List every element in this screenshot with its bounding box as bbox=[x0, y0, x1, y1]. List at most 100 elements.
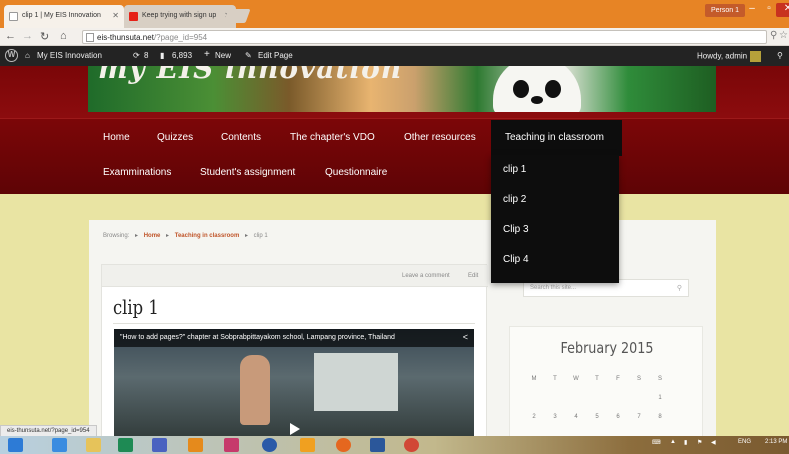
calendar-day: 5 bbox=[595, 414, 599, 420]
play-icon[interactable] bbox=[290, 423, 300, 435]
nav-students-assignment[interactable]: Student's assignment bbox=[200, 167, 295, 178]
breadcrumb-section[interactable]: Teaching in classroom bbox=[175, 233, 240, 239]
tab-title: clip 1 | My EIS Innovation bbox=[22, 12, 101, 19]
comments-count: 6,893 bbox=[172, 51, 193, 60]
calculator-icon[interactable] bbox=[118, 438, 133, 452]
post-title: clip 1 bbox=[113, 295, 159, 319]
header-banner-image: my EIS innovation bbox=[88, 66, 716, 112]
wordpress-icon[interactable]: W bbox=[5, 49, 18, 62]
page-icon bbox=[86, 33, 94, 42]
nav-contents[interactable]: Contents bbox=[221, 132, 261, 143]
plus-icon[interactable]: + bbox=[204, 49, 210, 60]
new-link[interactable]: New bbox=[215, 51, 231, 60]
page-icon bbox=[9, 12, 18, 21]
calendar-day: 4 bbox=[574, 414, 578, 420]
back-icon[interactable]: ← bbox=[5, 30, 16, 42]
wp-admin-bar: W ⌂ My EIS Innovation ⟳ 8 ▮ 6,893 + New … bbox=[0, 46, 789, 66]
app-icon[interactable] bbox=[224, 438, 239, 452]
nav-other-resources[interactable]: Other resources bbox=[404, 132, 476, 143]
pencil-icon: ✎ bbox=[245, 51, 252, 60]
photos-icon[interactable] bbox=[152, 438, 167, 452]
youtube-icon bbox=[129, 12, 138, 21]
url-input[interactable]: eis-thunsuta.net/?page_id=954 bbox=[82, 30, 767, 44]
profile-button[interactable]: Person 1 bbox=[705, 4, 746, 17]
window-close-icon[interactable]: ✕ bbox=[776, 3, 789, 17]
app-icon[interactable] bbox=[300, 438, 315, 452]
volume-icon[interactable]: ◀ bbox=[711, 439, 716, 446]
tray-arrow-icon[interactable]: ▲ bbox=[670, 439, 676, 445]
nav-teaching-in-classroom[interactable]: Teaching in classroom bbox=[505, 132, 604, 143]
file-explorer-icon[interactable] bbox=[86, 438, 101, 452]
calendar-month: February 2015 bbox=[560, 339, 654, 357]
panda-eye bbox=[545, 80, 561, 98]
dropdown-item-clip-3[interactable]: Clip 3 bbox=[503, 224, 529, 235]
nav-quizzes[interactable]: Quizzes bbox=[157, 132, 193, 143]
site-name-link[interactable]: My EIS Innovation bbox=[37, 51, 102, 60]
site-title[interactable]: my EIS innovation bbox=[98, 66, 402, 85]
windows-taskbar: ⌨ ▲ ▮ ⚑ ◀ ENG 2:13 PM bbox=[0, 436, 789, 454]
windows-start-icon[interactable] bbox=[8, 438, 23, 452]
site-header: my EIS innovation bbox=[0, 66, 789, 118]
calendar-widget: February 2015 M T W T F S S 1 2 3 4 5 6 … bbox=[509, 326, 703, 446]
address-bar-row: ← → ↻ ⌂ eis-thunsuta.net/?page_id=954 ⚲ … bbox=[0, 28, 789, 46]
reload-icon[interactable]: ↻ bbox=[40, 30, 49, 43]
dropdown-item-clip-1[interactable]: clip 1 bbox=[503, 164, 526, 175]
tab-clip-1[interactable]: clip 1 | My EIS Innovation ✕ bbox=[4, 5, 124, 28]
edit-link[interactable]: Edit bbox=[468, 273, 478, 279]
internet-explorer-icon[interactable] bbox=[52, 438, 67, 452]
breadcrumb-label: Browsing: bbox=[103, 233, 130, 239]
calendar-day: 8 bbox=[658, 414, 662, 420]
browser-tab-strip: clip 1 | My EIS Innovation ✕ Keep trying… bbox=[0, 0, 789, 28]
nav-examinations[interactable]: Examminations bbox=[103, 167, 171, 178]
chevron-right-icon: ▸ bbox=[244, 233, 248, 239]
divider bbox=[113, 323, 475, 324]
flag-icon[interactable]: ⚑ bbox=[697, 439, 702, 446]
input-language[interactable]: ENG bbox=[738, 439, 751, 445]
share-icon[interactable]: < bbox=[463, 332, 468, 342]
search-icon[interactable]: ⚲ bbox=[677, 284, 682, 292]
tab-keep-trying[interactable]: Keep trying with sign up ✕ bbox=[124, 5, 236, 28]
firefox-icon[interactable] bbox=[336, 438, 351, 452]
breadcrumb: Browsing: ▸ Home ▸ Teaching in classroom… bbox=[103, 232, 268, 239]
leave-comment-link[interactable]: Leave a comment bbox=[402, 273, 450, 279]
nav-chapters-vdo[interactable]: The chapter's VDO bbox=[290, 132, 375, 143]
dropdown-item-clip-2[interactable]: clip 2 bbox=[503, 194, 526, 205]
video-player[interactable]: "How to add pages?" chapter at Sobprabpi… bbox=[114, 329, 474, 449]
keyboard-icon[interactable]: ⌨ bbox=[652, 439, 661, 446]
weekday-label: S bbox=[636, 376, 641, 382]
howdy-text: Howdy, admin bbox=[697, 51, 748, 61]
edit-page-link[interactable]: Edit Page bbox=[258, 51, 293, 60]
search-icon[interactable]: ⚲ bbox=[777, 51, 783, 60]
calendar-day: 1 bbox=[658, 395, 662, 401]
forward-icon[interactable]: → bbox=[22, 30, 33, 42]
weekday-label: M bbox=[531, 376, 537, 382]
dropdown-item-clip-4[interactable]: Clip 4 bbox=[503, 254, 529, 265]
weekday-label: S bbox=[657, 376, 662, 382]
zoom-icon[interactable]: ⚲ bbox=[770, 30, 777, 41]
weekday-label: T bbox=[553, 376, 557, 382]
minimize-icon[interactable]: – bbox=[743, 3, 761, 17]
video-title[interactable]: "How to add pages?" chapter at Sobprabpi… bbox=[114, 329, 474, 347]
calendar-day: 6 bbox=[616, 414, 620, 420]
media-player-icon[interactable] bbox=[188, 438, 203, 452]
howdy-link[interactable]: Howdy, admin bbox=[697, 51, 762, 62]
main-nav: Home Quizzes Contents The chapter's VDO … bbox=[0, 118, 789, 194]
bookmark-star-icon[interactable]: ☆ bbox=[779, 30, 788, 41]
avatar bbox=[750, 51, 762, 62]
word-icon[interactable] bbox=[370, 438, 385, 452]
tab-title: Keep trying with sign up bbox=[142, 12, 217, 19]
updates-icon[interactable]: ⟳ bbox=[133, 51, 140, 60]
search-placeholder: Search this site... bbox=[530, 285, 577, 291]
hp-icon[interactable] bbox=[262, 438, 277, 452]
chrome-icon[interactable] bbox=[404, 438, 419, 452]
comments-icon[interactable]: ▮ bbox=[160, 51, 164, 60]
nav-home[interactable]: Home bbox=[103, 132, 130, 143]
nav-questionnaire[interactable]: Questionnaire bbox=[325, 167, 387, 178]
calendar-day: 7 bbox=[637, 414, 641, 420]
clock[interactable]: 2:13 PM bbox=[765, 439, 787, 445]
breadcrumb-home[interactable]: Home bbox=[144, 233, 161, 239]
new-tab-button[interactable] bbox=[223, 9, 251, 23]
close-icon[interactable]: ✕ bbox=[112, 11, 119, 20]
home-icon[interactable]: ⌂ bbox=[60, 30, 67, 42]
network-icon[interactable]: ▮ bbox=[684, 439, 687, 446]
